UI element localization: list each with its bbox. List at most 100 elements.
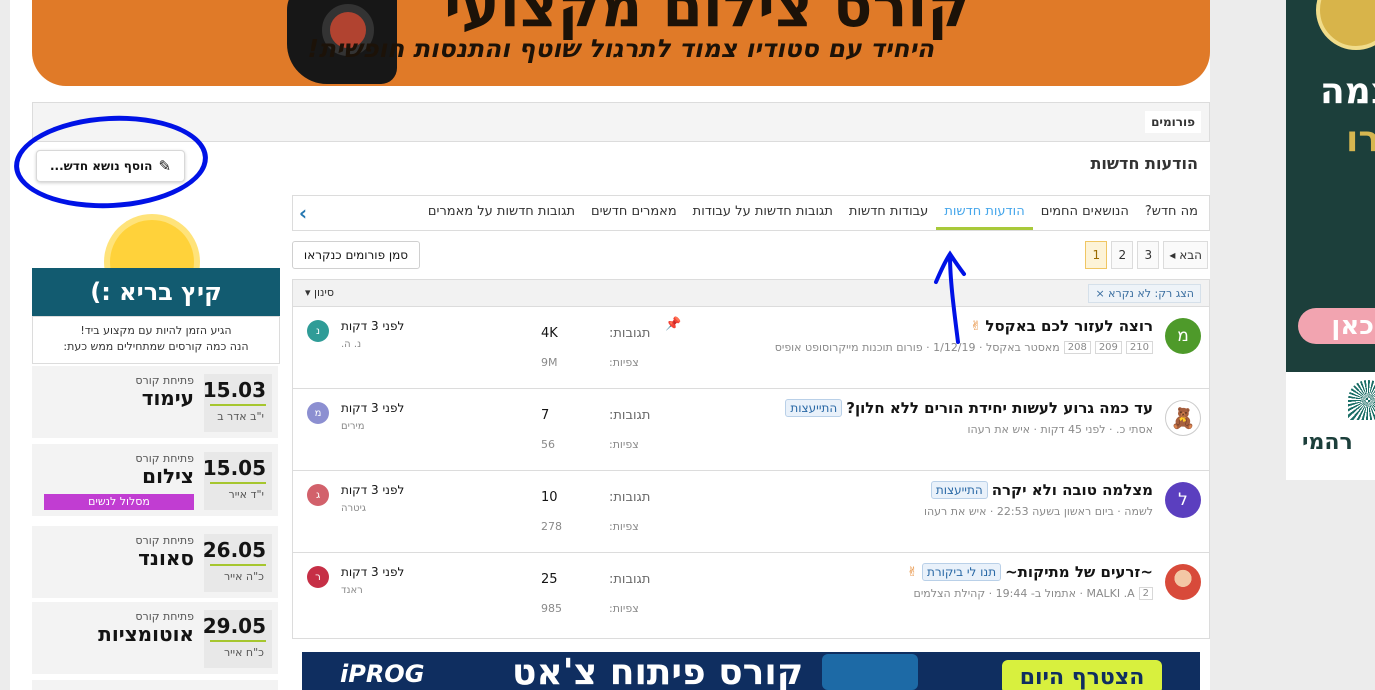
- thread-row[interactable]: מ ✌ רוצה לעזור לכם באקסל מאסטר באקסל · 1…: [292, 307, 1210, 389]
- page-2-button[interactable]: 2: [1111, 241, 1134, 269]
- thread-title-row: התייעצות מצלמה טובה ולא יקרה: [930, 481, 1153, 499]
- courses-intro: הגיע הזמן להיות עם מקצוע ביד! הנה כמה קו…: [32, 316, 280, 364]
- add-topic-button[interactable]: ✎ הוסף נושא חדש...: [36, 150, 185, 182]
- replies-label: תגובות:: [609, 572, 651, 587]
- replies-count: 10: [541, 490, 558, 505]
- divider: [210, 482, 266, 484]
- thread-title[interactable]: עד כמה גרוע לעשות יחידת הורים ללא חלון?: [846, 399, 1153, 417]
- page-link[interactable]: 208: [1063, 341, 1091, 354]
- last-user-avatar[interactable]: מ: [307, 402, 329, 424]
- chevron-left-icon[interactable]: ‹: [293, 196, 313, 230]
- course-card[interactable]: פתיחת קורס סאונד 26.05 כ"ה אייר: [32, 526, 278, 598]
- course-card[interactable]: [32, 680, 278, 690]
- thread-title[interactable]: מצלמה טובה ולא יקרה: [992, 481, 1153, 499]
- course-card[interactable]: פתיחת קורס אוטומציות 29.05 כ"ח אייר: [32, 602, 278, 674]
- thread-title[interactable]: ~זרעים של מתיקות~: [1005, 563, 1153, 581]
- views-count: 985: [541, 602, 562, 615]
- last-post-user[interactable]: נ. ה.: [341, 339, 361, 350]
- thread-row[interactable]: 🧸 התייעצות עד כמה גרוע לעשות יחידת הורים…: [292, 389, 1210, 471]
- thread-meta: MALKI .A · אתמול ב- 19:44 · קהילת הצלמים…: [914, 587, 1153, 600]
- unread-filter-chip[interactable]: הצג רק: לא נקרא ×: [1088, 284, 1201, 303]
- tab-new-articles[interactable]: מאמרים חדשים: [583, 196, 685, 230]
- last-post-time[interactable]: לפני 3 דקות: [341, 401, 404, 415]
- last-post-time[interactable]: לפני 3 דקות: [341, 319, 404, 333]
- last-post-time[interactable]: לפני 3 דקות: [341, 565, 404, 579]
- filter-menu-button[interactable]: סינון ▾: [305, 286, 334, 299]
- last-post-time[interactable]: לפני 3 דקות: [341, 483, 404, 497]
- divider: [210, 404, 266, 406]
- tab-new-works[interactable]: עבודות חדשות: [841, 196, 936, 230]
- course-date: 29.05: [202, 614, 266, 638]
- views-label: צפיות:: [609, 356, 639, 369]
- replies-label: תגובות:: [609, 408, 651, 423]
- thread-prefix[interactable]: התייעצות: [785, 399, 843, 417]
- course-date: 15.03: [202, 378, 266, 402]
- thread-meta-text: מאסטר באקסל · 1/12/19 · פורום תוכנות מיי…: [774, 341, 1060, 354]
- main-page: קורס צילום מקצועי היחיד עם סטודיו צמוד ל…: [10, 0, 1210, 690]
- teddy-bear-avatar-icon[interactable]: 🧸: [1165, 400, 1201, 436]
- course-card[interactable]: פתיחת קורס צילום מסלול לנשים 15.05 י"ד א…: [32, 444, 278, 516]
- last-post-user[interactable]: מירים: [341, 421, 365, 432]
- page-title: הודעות חדשות: [1090, 154, 1199, 173]
- course-date: 15.05: [202, 456, 266, 480]
- bottom-ad-banner[interactable]: iPROG קורס פיתוח צ'אט הצטרף היום: [302, 652, 1200, 690]
- replies-label: תגובות:: [609, 326, 651, 341]
- top-course-banner[interactable]: קורס צילום מקצועי היחיד עם סטודיו צמוד ל…: [32, 0, 1210, 86]
- mark-forums-read-button[interactable]: סמן פורומים כנקראו: [292, 241, 420, 269]
- hot-icon: ✌: [907, 564, 918, 580]
- thread-title-row: ✌ תנו לי ביקורת ~זרעים של מתיקות~: [907, 563, 1153, 581]
- thread-prefix[interactable]: תנו לי ביקורת: [921, 563, 1002, 581]
- add-topic-label: הוסף נושא חדש...: [49, 159, 153, 173]
- views-label: צפיות:: [609, 520, 639, 533]
- page-link[interactable]: 209: [1094, 341, 1122, 354]
- summer-title: קיץ בריא :): [32, 268, 280, 316]
- tab-new-article-comments[interactable]: תגובות חדשות על מאמרים: [420, 196, 583, 230]
- last-post-user[interactable]: גיטרה: [341, 503, 366, 514]
- breadcrumb: פורומים: [32, 102, 1210, 142]
- course-card[interactable]: פתיחת קורס עימוד 15.03 י"ב אדר ב: [32, 366, 278, 438]
- side-ad-text-1: צמה: [1320, 71, 1375, 112]
- breadcrumb-forums[interactable]: פורומים: [1145, 111, 1201, 133]
- side-ad-banner[interactable]: צמה רו כאן רהמי: [1286, 0, 1375, 480]
- avatar[interactable]: [1165, 564, 1201, 600]
- views-count: 56: [541, 438, 555, 451]
- tab-new-work-comments[interactable]: תגובות חדשות על עבודות: [685, 196, 841, 230]
- page-link[interactable]: 2: [1138, 587, 1153, 600]
- page-3-button[interactable]: 3: [1137, 241, 1160, 269]
- next-page-button[interactable]: הבא ◂: [1163, 241, 1208, 269]
- side-ad-cta[interactable]: כאן: [1298, 308, 1375, 344]
- views-count: 9M: [541, 356, 558, 369]
- side-ad-text-2: רו: [1346, 119, 1375, 160]
- views-count: 278: [541, 520, 562, 533]
- avatar[interactable]: מ: [1165, 318, 1201, 354]
- replies-label: תגובות:: [609, 490, 651, 505]
- thread-row[interactable]: ✌ תנו לי ביקורת ~זרעים של מתיקות~ MALKI …: [292, 553, 1210, 639]
- join-today-button[interactable]: הצטרף היום: [1002, 660, 1162, 690]
- last-post-user[interactable]: ראנד: [341, 585, 363, 596]
- iprog-logo: iPROG: [340, 660, 425, 688]
- last-user-avatar[interactable]: נ: [307, 320, 329, 342]
- tab-bar: מה חדש? הנושאים החמים הודעות חדשות עבודו…: [292, 195, 1210, 231]
- divider: [210, 564, 266, 566]
- fan-logo-icon: [1348, 380, 1375, 420]
- tab-new-posts[interactable]: הודעות חדשות: [936, 196, 1033, 230]
- bottom-banner-title: קורס פיתוח צ'אט: [512, 652, 804, 690]
- avatar[interactable]: ל: [1165, 482, 1201, 518]
- course-date-box: 15.05 י"ד אייר: [202, 452, 272, 510]
- thread-row[interactable]: ל התייעצות מצלמה טובה ולא יקרה לשמה · בי…: [292, 471, 1210, 553]
- tab-whats-new[interactable]: מה חדש?: [1137, 196, 1206, 230]
- women-track-badge: מסלול לנשים: [44, 494, 194, 510]
- thread-title[interactable]: רוצה לעזור לכם באקסל: [985, 317, 1153, 335]
- thread-meta-text: לשמה · ביום ראשון בשעה 22:53 · איש את רע…: [923, 505, 1153, 518]
- tab-hot-topics[interactable]: הנושאים החמים: [1033, 196, 1137, 230]
- last-user-avatar[interactable]: ר: [307, 566, 329, 588]
- page-link[interactable]: 210: [1125, 341, 1153, 354]
- page-1-button[interactable]: 1: [1085, 241, 1108, 269]
- course-hebrew-date: כ"ח אייר: [223, 646, 264, 659]
- thread-meta: מאסטר באקסל · 1/12/19 · פורום תוכנות מיי…: [775, 341, 1153, 354]
- last-user-avatar[interactable]: ג: [307, 484, 329, 506]
- thread-meta: אסתי כ. · לפני 45 דקות · איש את רעהו: [968, 423, 1153, 436]
- course-name: עימוד: [141, 386, 194, 410]
- thread-prefix[interactable]: התייעצות: [930, 481, 988, 499]
- thread-title-row: ✌ רוצה לעזור לכם באקסל: [971, 317, 1154, 335]
